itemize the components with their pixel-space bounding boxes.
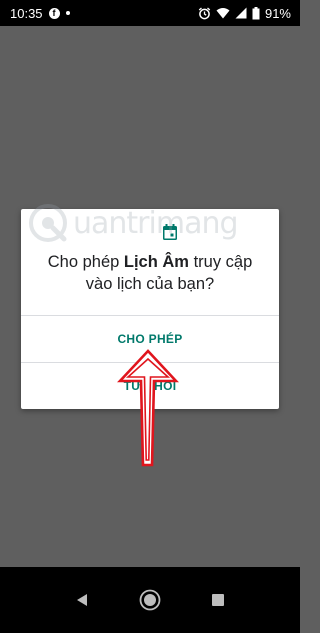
back-icon[interactable] bbox=[75, 593, 89, 607]
recents-icon[interactable] bbox=[211, 593, 225, 607]
home-icon[interactable] bbox=[139, 589, 161, 611]
deny-button[interactable]: TỪ CHỐI bbox=[21, 363, 279, 409]
battery-percent: 91% bbox=[264, 5, 291, 21]
app-name: Lịch Âm bbox=[123, 253, 189, 271]
message-suffix: truy cập bbox=[188, 253, 253, 271]
allow-button[interactable]: CHO PHÉP bbox=[21, 316, 279, 362]
alarm-icon bbox=[198, 7, 211, 19]
status-left: 10:35 f bbox=[10, 6, 70, 21]
dialog-message: Cho phép Lịch Âm truy cập vào lịch của b… bbox=[21, 251, 279, 295]
dot-icon bbox=[65, 11, 70, 15]
calendar-icon bbox=[163, 224, 177, 240]
wifi-icon bbox=[216, 8, 230, 19]
signal-icon bbox=[235, 7, 247, 19]
status-right: 91% bbox=[198, 6, 291, 21]
message-prefix: Cho phép bbox=[47, 253, 124, 271]
facebook-icon: f bbox=[48, 7, 60, 19]
status-time: 10:35 bbox=[10, 5, 43, 21]
dialog-message-line1: Cho phép Lịch Âm truy cập bbox=[21, 251, 279, 273]
permission-dialog: Cho phép Lịch Âm truy cập vào lịch của b… bbox=[21, 209, 279, 409]
status-bar: 10:35 f 91% bbox=[0, 0, 300, 26]
battery-icon bbox=[252, 6, 260, 19]
navigation-bar bbox=[0, 567, 300, 633]
dialog-message-line2: vào lịch của bạn? bbox=[85, 275, 215, 293]
